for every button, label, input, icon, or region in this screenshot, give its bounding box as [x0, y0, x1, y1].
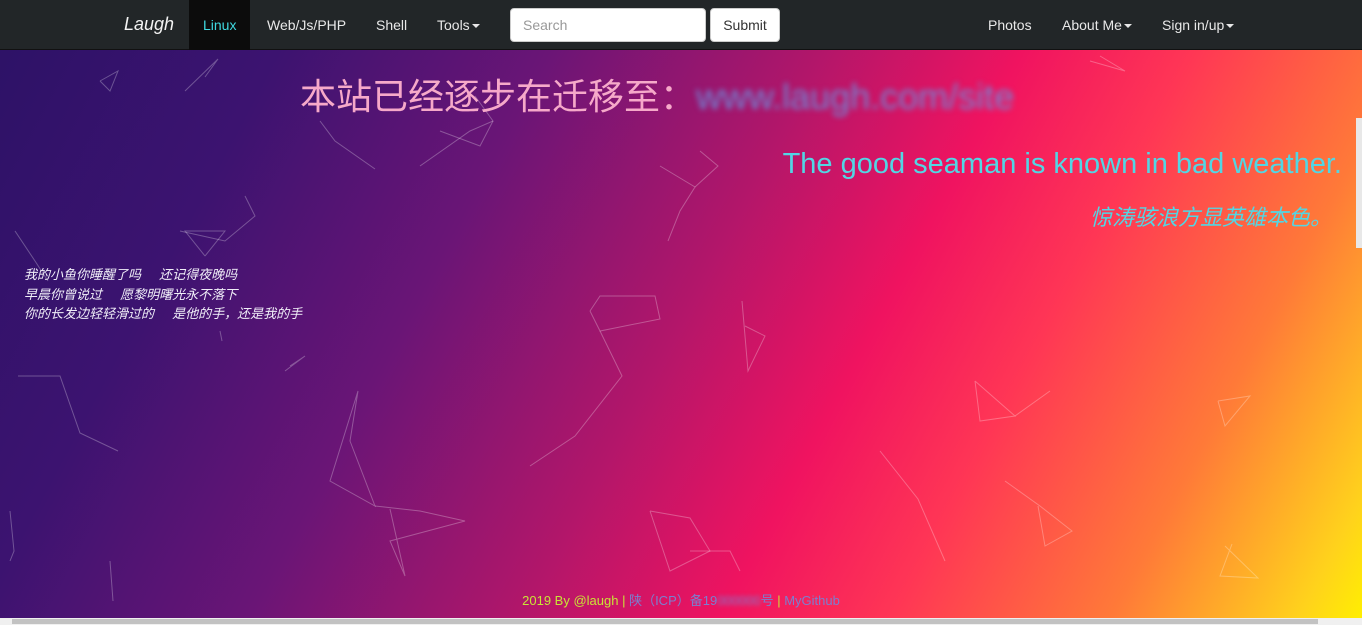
brand-logo[interactable]: Laugh	[124, 14, 174, 35]
horizontal-scrollbar-thumb[interactable]	[12, 619, 1318, 624]
top-navbar: Laugh Linux Web/Js/PHP Shell Tools Submi…	[0, 0, 1362, 50]
footer-separator: |	[773, 593, 785, 608]
nav-about-me-dropdown[interactable]: About Me	[1048, 0, 1146, 50]
poem-line: 你的长发边轻轻滑过的 是他的手，还是我的手	[24, 304, 302, 324]
horizontal-scrollbar[interactable]	[0, 618, 1362, 625]
nav-sign-in-dropdown[interactable]: Sign in/up	[1148, 0, 1248, 50]
nav-shell[interactable]: Shell	[362, 0, 421, 50]
vertical-scrollbar-thumb[interactable]	[1356, 118, 1362, 248]
particle-network-background	[9, 55, 1260, 602]
migration-domain[interactable]: www.laugh.com/site	[696, 76, 1014, 117]
nav-tools-dropdown[interactable]: Tools	[423, 0, 494, 50]
nav-about-me-label: About Me	[1062, 17, 1122, 33]
footer-separator: |	[618, 593, 630, 608]
icp-suffix: 号	[760, 593, 774, 608]
search-input[interactable]	[510, 8, 706, 42]
poem-line: 我的小鱼你睡醒了吗 还记得夜晚吗	[24, 265, 302, 285]
caret-down-icon	[1226, 24, 1235, 29]
footer-copyright: 2019 By @laugh	[522, 593, 619, 608]
caret-down-icon	[471, 24, 480, 29]
nav-linux[interactable]: Linux	[189, 0, 251, 50]
poem-line-part: 早晨你曾说过	[24, 286, 103, 302]
footer-github-link[interactable]: MyGithub	[784, 593, 840, 608]
poem-line-part: 我的小鱼你睡醒了吗	[24, 267, 142, 282]
nav-sign-in-label: Sign in/up	[1162, 17, 1225, 33]
poem-line-part: 还记得夜晚吗	[159, 267, 238, 282]
motto-english: The good seaman is known in bad weather.	[782, 148, 1342, 180]
footer: 2019 By @laugh | 陕（ICP）备19000000号 | MyGi…	[0, 590, 1362, 609]
poem-block: 我的小鱼你睡醒了吗 还记得夜晚吗 早晨你曾说过 愿黎明曙光永不落下 你的长发边轻…	[24, 265, 302, 324]
nav-web-js-php[interactable]: Web/Js/PHP	[253, 0, 360, 50]
migration-notice-text: 本站已经逐步在迁移至：	[300, 76, 697, 117]
caret-down-icon	[1123, 24, 1132, 29]
submit-button[interactable]: Submit	[710, 8, 780, 42]
poem-line-part: 愿黎明曙光永不落下	[120, 286, 238, 302]
icp-number: 000000	[717, 593, 761, 608]
nav-photos[interactable]: Photos	[974, 0, 1046, 50]
motto-chinese: 惊涛骇浪方显英雄本色。	[1089, 205, 1332, 230]
poem-line: 早晨你曾说过 愿黎明曙光永不落下	[24, 285, 302, 305]
nav-tools-label: Tools	[437, 17, 470, 33]
migration-notice: 本站已经逐步在迁移至：www.laugh.com/site	[300, 68, 1014, 120]
poem-line-part: 是他的手，还是我的手	[172, 306, 303, 321]
footer-icp-link[interactable]: 陕（ICP）备19000000号	[629, 593, 774, 608]
poem-line-part: 你的长发边轻轻滑过的	[24, 306, 155, 321]
icp-prefix: 陕（ICP）备19	[629, 593, 718, 608]
